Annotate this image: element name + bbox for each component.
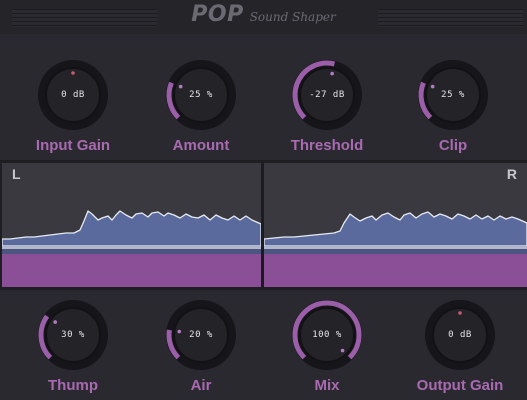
plugin-subtitle: Sound Shaper xyxy=(249,10,336,24)
amount-dial[interactable]: 25 % xyxy=(164,58,238,132)
bottom-band-right xyxy=(264,254,527,287)
output-gain-label: Output Gain xyxy=(416,377,504,394)
plugin-title: POP Sound Shaper xyxy=(0,2,527,27)
input-gain-value: 0 dB xyxy=(61,90,85,100)
clip-label: Clip xyxy=(438,137,468,154)
amount-value: 25 % xyxy=(189,90,213,100)
thump-dial[interactable]: 30 % xyxy=(36,298,110,372)
scope-left-channel: L xyxy=(2,163,261,287)
threshold-value: -27 dB xyxy=(309,90,345,100)
output-gain-dial[interactable]: 0 dB xyxy=(423,298,497,372)
bottom-band-left xyxy=(2,254,261,287)
amount-label: Amount xyxy=(172,137,230,154)
mix-label: Mix xyxy=(314,377,340,394)
output-gain-value: 0 dB xyxy=(448,330,472,340)
clip-value: 25 % xyxy=(441,90,465,100)
waveform-fill-right xyxy=(264,211,527,247)
scope-right-channel: R xyxy=(264,163,527,287)
threshold-dial[interactable]: -27 dB xyxy=(290,58,364,132)
input-gain-dial[interactable]: 0 dB xyxy=(36,58,110,132)
waveform-right xyxy=(264,211,527,287)
air-dial[interactable]: 20 % xyxy=(164,298,238,372)
channel-label-left: L xyxy=(12,166,21,182)
waveform-fill-left xyxy=(2,210,261,247)
thump-label: Thump xyxy=(48,377,98,394)
input-gain-label: Input Gain xyxy=(35,137,111,154)
air-value: 20 % xyxy=(189,330,213,340)
waveform-left xyxy=(2,210,261,287)
mix-dial[interactable]: 100 % xyxy=(290,298,364,372)
mix-value: 100 % xyxy=(312,330,342,340)
band-separator-right xyxy=(264,246,527,254)
clip-dial[interactable]: 25 % xyxy=(416,58,490,132)
header-bar: POP Sound Shaper xyxy=(0,0,527,34)
air-label: Air xyxy=(190,377,212,394)
band-separator-left xyxy=(2,246,261,254)
plugin-name: POP xyxy=(191,2,244,27)
thump-value: 30 % xyxy=(61,330,85,340)
channel-label-right: R xyxy=(506,166,517,182)
threshold-label: Threshold xyxy=(290,137,364,154)
